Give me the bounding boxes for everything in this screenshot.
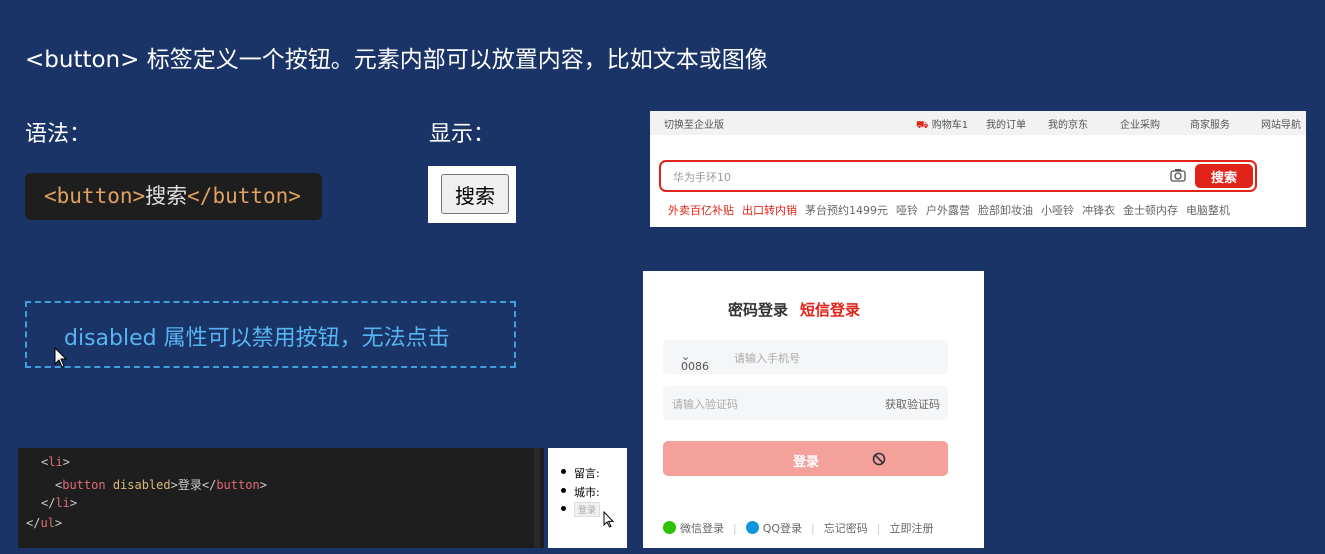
demo-search-button[interactable]: 搜索 (441, 174, 509, 214)
hot-keyword[interactable]: 冲锋衣 (1082, 204, 1115, 217)
code-tag: li (48, 455, 63, 469)
mouse-cursor-icon (54, 347, 68, 368)
hot-keyword[interactable]: 哑铃 (896, 204, 918, 217)
wechat-login-link[interactable]: 微信登录 (680, 522, 724, 535)
code-line: </ul> (26, 516, 63, 530)
tab-sms-login[interactable]: 短信登录 (800, 301, 860, 319)
jd-search-input[interactable] (673, 168, 1153, 186)
not-allowed-icon (872, 452, 886, 466)
code-close-tag: </button> (187, 184, 301, 208)
get-code-button[interactable]: 获取验证码 (885, 396, 940, 412)
code-sample: <button>搜索</button> (25, 173, 322, 220)
code-line: <button disabled>登录</button> (55, 478, 267, 492)
login-tabs: 密码登录 短信登录 (728, 299, 860, 320)
list-preview: 留言: 城市: 登录 (548, 448, 627, 548)
code-line: </li> (41, 496, 78, 510)
jd-topbar-purchase[interactable]: 企业采购 (1120, 116, 1160, 131)
code-field[interactable]: 请输入验证码 获取验证码 (663, 386, 948, 420)
jd-topbar-cart[interactable]: ⛟ 购物车1 (916, 116, 968, 133)
demo-display: 搜索 (428, 166, 516, 223)
jd-search-panel: 切换至企业版 ⛟ 购物车1 我的订单 我的京东 企业采购 商家服务 网站导航 搜… (650, 111, 1306, 227)
jd-cart-label: 购物车1 (931, 120, 969, 131)
page-heading: <button> 标签定义一个按钮。元素内部可以放置内容，比如文本或图像 (25, 47, 768, 73)
code-open-tag: <button> (44, 184, 146, 208)
login-submit-label: 登录 (793, 455, 820, 470)
code-text: 搜索 (145, 184, 188, 208)
hot-keyword[interactable]: 电脑整机 (1186, 204, 1230, 217)
jd-topbar-sitenav[interactable]: 网站导航 (1261, 116, 1301, 131)
disabled-login-button[interactable]: 登录 (574, 502, 601, 517)
country-code-value: 0086 (681, 360, 709, 373)
jd-search-box: 搜索 (659, 160, 1257, 192)
hot-keyword[interactable]: 户外露营 (926, 204, 970, 217)
hot-keyword[interactable]: 茅台预约1499元 (805, 204, 888, 217)
login-panel: 密码登录 短信登录 0086 ⌄ 请输入手机号 请输入验证码 获取验证码 登录 微… (643, 271, 984, 548)
code-attr: disabled (112, 478, 171, 492)
jd-topbar-merchant[interactable]: 商家服务 (1190, 116, 1230, 131)
register-link[interactable]: 立即注册 (889, 522, 933, 535)
hot-keyword[interactable]: 金士顿内存 (1123, 204, 1178, 217)
code-tag: li (55, 496, 70, 510)
jd-topbar-enterprise[interactable]: 切换至企业版 (664, 116, 724, 131)
jd-topbar: 切换至企业版 ⛟ 购物车1 我的订单 我的京东 企业采购 商家服务 网站导航 (650, 111, 1306, 135)
hot-keyword[interactable]: 外卖百亿补贴 (668, 204, 734, 217)
hot-keyword[interactable]: 小哑铃 (1041, 204, 1074, 217)
qq-login-link[interactable]: QQ登录 (763, 522, 802, 535)
country-code-select[interactable]: 0086 ⌄ (681, 350, 709, 373)
mouse-cursor-icon (603, 511, 615, 528)
code-line: <li> (41, 455, 70, 469)
phone-placeholder: 请输入手机号 (734, 352, 800, 365)
code-placeholder: 请输入验证码 (672, 398, 738, 411)
editor-scrollbar[interactable] (534, 448, 540, 548)
qq-icon (745, 521, 759, 534)
jd-topbar-myjd[interactable]: 我的京东 (1048, 116, 1088, 131)
phone-field[interactable]: 0086 ⌄ 请输入手机号 (663, 340, 948, 374)
syntax-label: 语法： (25, 122, 92, 147)
login-footer: 微信登录 | QQ登录 | 忘记密码 | 立即注册 (663, 520, 933, 536)
code-editor: <li> <button disabled>登录</button> </li> … (18, 448, 544, 548)
list-item: 留言: (561, 465, 600, 481)
code-tag: ul (40, 516, 55, 530)
display-label: 显示： (429, 122, 496, 147)
camera-icon[interactable] (1170, 168, 1186, 182)
list-item-label: 留言: (574, 467, 600, 480)
list-item-label: 城市: (574, 486, 600, 499)
code-text: 登录 (177, 478, 202, 492)
jd-search-button[interactable]: 搜索 (1195, 164, 1253, 188)
list-item: 登录 (561, 502, 601, 517)
wechat-icon (663, 521, 676, 534)
forgot-password-link[interactable]: 忘记密码 (824, 522, 868, 535)
list-item: 城市: (561, 484, 600, 500)
hot-keyword[interactable]: 出口转内销 (742, 204, 797, 217)
tab-password-login[interactable]: 密码登录 (728, 301, 788, 319)
hot-keyword[interactable]: 脸部卸妆油 (978, 204, 1033, 217)
login-submit-button[interactable]: 登录 (663, 441, 948, 476)
disabled-note: disabled 属性可以禁用按钮，无法点击 (25, 301, 516, 368)
jd-hot-keywords: 外卖百亿补贴 出口转内销 茅台预约1499元 哑铃 户外露营 脸部卸妆油 小哑铃 冲锋衣 金士顿… (668, 202, 1238, 218)
jd-topbar-orders[interactable]: 我的订单 (986, 116, 1026, 131)
